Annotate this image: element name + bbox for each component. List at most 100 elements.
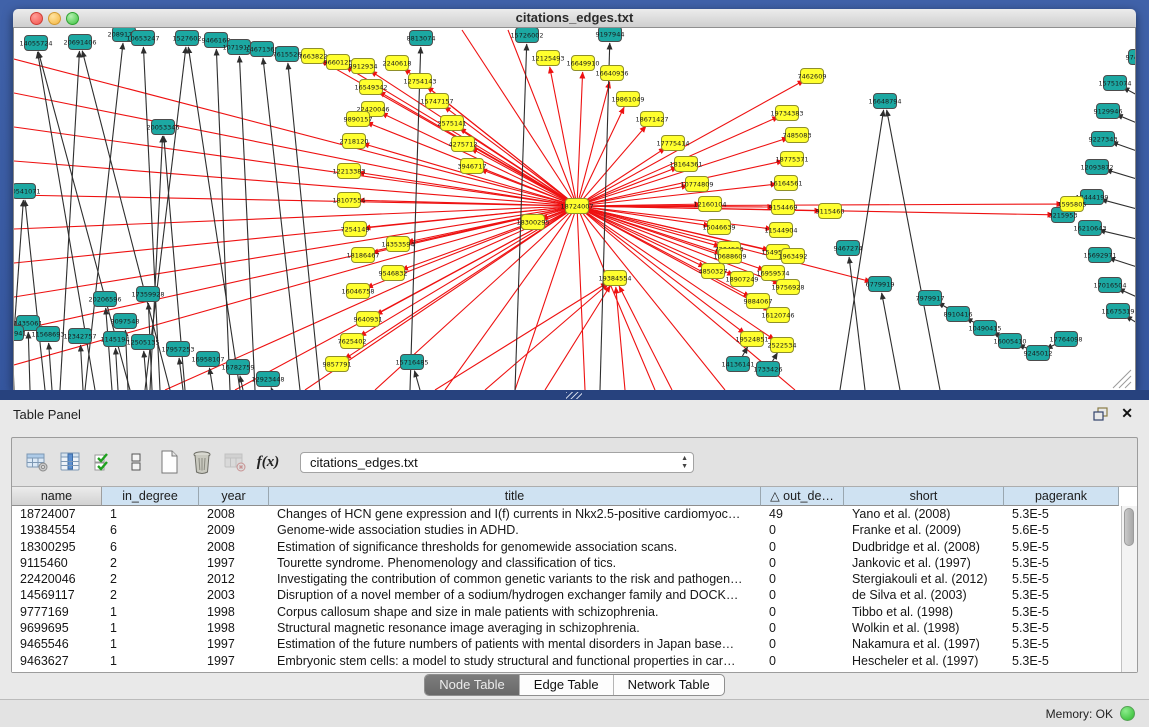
table-cell[interactable]: 5.3E-5 bbox=[1004, 587, 1119, 603]
vertical-scrollbar[interactable] bbox=[1121, 506, 1137, 672]
black-edge[interactable] bbox=[414, 371, 420, 390]
network-canvas[interactable]: 1405572420691406208917491065324715276029… bbox=[13, 28, 1136, 391]
table-cell[interactable]: 2012 bbox=[199, 571, 269, 587]
table-cell[interactable]: Changes of HCN gene expression and I(f) … bbox=[269, 506, 761, 522]
table-cell[interactable]: 0 bbox=[761, 555, 844, 571]
red-edge[interactable] bbox=[445, 206, 577, 390]
column-header-title[interactable]: title bbox=[269, 487, 761, 506]
red-edge[interactable] bbox=[363, 144, 577, 206]
table-cell[interactable]: 5.3E-5 bbox=[1004, 604, 1119, 620]
table-cell[interactable]: 0 bbox=[761, 571, 844, 587]
table-cell[interactable]: 1997 bbox=[199, 636, 269, 652]
black-edge[interactable] bbox=[887, 110, 940, 390]
table-cell[interactable]: 0 bbox=[761, 653, 844, 669]
table-row[interactable]: 1456911722003Disruption of a novel membe… bbox=[12, 587, 1137, 603]
network-window-titlebar[interactable]: citations_edges.txt bbox=[13, 9, 1136, 28]
function-builder-icon[interactable]: f(x) bbox=[253, 448, 283, 476]
table-cell[interactable]: Jankovic et al. (1997) bbox=[844, 555, 1004, 571]
black-edge[interactable] bbox=[216, 49, 230, 390]
table-options-icon[interactable] bbox=[22, 448, 52, 476]
table-cell[interactable]: 9777169 bbox=[12, 604, 102, 620]
table-cell[interactable]: 2008 bbox=[199, 506, 269, 522]
table-cell[interactable]: 2 bbox=[102, 571, 199, 587]
select-all-check-icon[interactable] bbox=[88, 448, 118, 476]
table-cell[interactable]: 6 bbox=[102, 539, 199, 555]
zoom-traffic-light[interactable] bbox=[66, 12, 79, 25]
table-cell[interactable]: Investigating the contribution of common… bbox=[269, 571, 761, 587]
table-cell[interactable]: Dudbridge et al. (2008) bbox=[844, 539, 1004, 555]
red-edge[interactable] bbox=[577, 206, 725, 390]
red-edge[interactable] bbox=[577, 206, 655, 390]
table-cell[interactable]: 2 bbox=[102, 555, 199, 571]
table-cell[interactable]: 2009 bbox=[199, 522, 269, 538]
red-edge[interactable] bbox=[616, 287, 625, 390]
table-cell[interactable]: 49 bbox=[761, 506, 844, 522]
red-edge[interactable] bbox=[379, 92, 577, 206]
black-edge[interactable] bbox=[882, 293, 900, 390]
black-edge[interactable] bbox=[116, 348, 118, 390]
tab-network-table[interactable]: Network Table bbox=[614, 675, 724, 695]
close-traffic-light[interactable] bbox=[30, 12, 43, 25]
table-cell[interactable]: Tibbo et al. (1998) bbox=[844, 604, 1004, 620]
black-edge[interactable] bbox=[80, 345, 83, 390]
tab-node-table[interactable]: Node Table bbox=[425, 675, 520, 695]
table-row[interactable]: 1872400712008Changes of HCN gene express… bbox=[12, 506, 1137, 522]
delete-columns-icon[interactable] bbox=[187, 448, 217, 476]
table-cell[interactable]: 0 bbox=[761, 620, 844, 636]
tab-edge-table[interactable]: Edge Table bbox=[520, 675, 614, 695]
table-cell[interactable]: Wolkin et al. (1998) bbox=[844, 620, 1004, 636]
table-row[interactable]: 1830029562008Estimation of significance … bbox=[12, 539, 1137, 555]
minimize-traffic-light[interactable] bbox=[48, 12, 61, 25]
table-cell[interactable]: 1998 bbox=[199, 604, 269, 620]
red-edge[interactable] bbox=[14, 206, 577, 365]
table-cell[interactable]: 5.6E-5 bbox=[1004, 522, 1119, 538]
table-cell[interactable]: 1997 bbox=[199, 555, 269, 571]
table-row[interactable]: 969969511998Structural magnetic resonanc… bbox=[12, 620, 1137, 636]
red-edge[interactable] bbox=[577, 206, 721, 253]
table-cell[interactable]: 0 bbox=[761, 522, 844, 538]
canvas-resize-grip[interactable] bbox=[1113, 370, 1131, 388]
black-edge[interactable] bbox=[239, 56, 255, 390]
row-height-icon[interactable] bbox=[121, 448, 151, 476]
table-cell[interactable]: 0 bbox=[761, 539, 844, 555]
table-row[interactable]: 2242004622012Investigating the contribut… bbox=[12, 571, 1137, 587]
table-cell[interactable]: 5.3E-5 bbox=[1004, 506, 1119, 522]
table-cell[interactable]: Tourette syndrome. Phenomenology and cla… bbox=[269, 555, 761, 571]
table-cell[interactable]: Genome-wide association studies in ADHD. bbox=[269, 522, 761, 538]
table-cell[interactable]: Estimation of the future numbers of pati… bbox=[269, 636, 761, 652]
black-edge[interactable] bbox=[240, 376, 243, 390]
red-edge[interactable] bbox=[435, 283, 607, 390]
table-cell[interactable]: Disruption of a novel member of a sodium… bbox=[269, 587, 761, 603]
table-cell[interactable]: 1997 bbox=[199, 653, 269, 669]
table-cell[interactable]: de Silva et al. (2003) bbox=[844, 587, 1004, 603]
table-cell[interactable]: 1 bbox=[102, 653, 199, 669]
red-edge[interactable] bbox=[14, 195, 577, 206]
float-window-icon[interactable] bbox=[1093, 407, 1109, 421]
table-cell[interactable]: 2008 bbox=[199, 539, 269, 555]
table-row[interactable]: 946362711997Embryonic stem cells: a mode… bbox=[12, 653, 1137, 669]
table-cell[interactable]: 22420046 bbox=[12, 571, 102, 587]
table-cell[interactable]: Hescheler et al. (1997) bbox=[844, 653, 1004, 669]
table-cell[interactable]: 1 bbox=[102, 636, 199, 652]
table-row[interactable]: 946554611997Estimation of the future num… bbox=[12, 636, 1137, 652]
column-header-name[interactable]: name bbox=[12, 487, 102, 506]
table-cell[interactable]: 5.9E-5 bbox=[1004, 539, 1119, 555]
table-cell[interactable]: 1 bbox=[102, 620, 199, 636]
table-cell[interactable]: 5.5E-5 bbox=[1004, 571, 1119, 587]
black-edge[interactable] bbox=[263, 58, 300, 390]
create-column-icon[interactable] bbox=[154, 448, 184, 476]
table-row[interactable]: 1938455462009Genome-wide association stu… bbox=[12, 522, 1137, 538]
table-cell[interactable]: 5.3E-5 bbox=[1004, 636, 1119, 652]
close-panel-icon[interactable]: ✕ bbox=[1121, 405, 1133, 421]
table-cell[interactable]: 14569117 bbox=[12, 587, 102, 603]
column-header-short[interactable]: short bbox=[844, 487, 1004, 506]
black-edge[interactable] bbox=[49, 343, 52, 390]
table-cell[interactable]: Nakamura et al. (1997) bbox=[844, 636, 1004, 652]
table-row[interactable]: 977716911998Corpus callosum shape and si… bbox=[12, 604, 1137, 620]
table-cell[interactable]: Franke et al. (2009) bbox=[844, 522, 1004, 538]
table-cell[interactable]: 1 bbox=[102, 506, 199, 522]
column-header-in-degree[interactable]: in_degree bbox=[102, 487, 199, 506]
scrollbar-thumb[interactable] bbox=[1124, 508, 1134, 546]
table-cell[interactable]: 1 bbox=[102, 604, 199, 620]
table-cell[interactable]: Yano et al. (2008) bbox=[844, 506, 1004, 522]
